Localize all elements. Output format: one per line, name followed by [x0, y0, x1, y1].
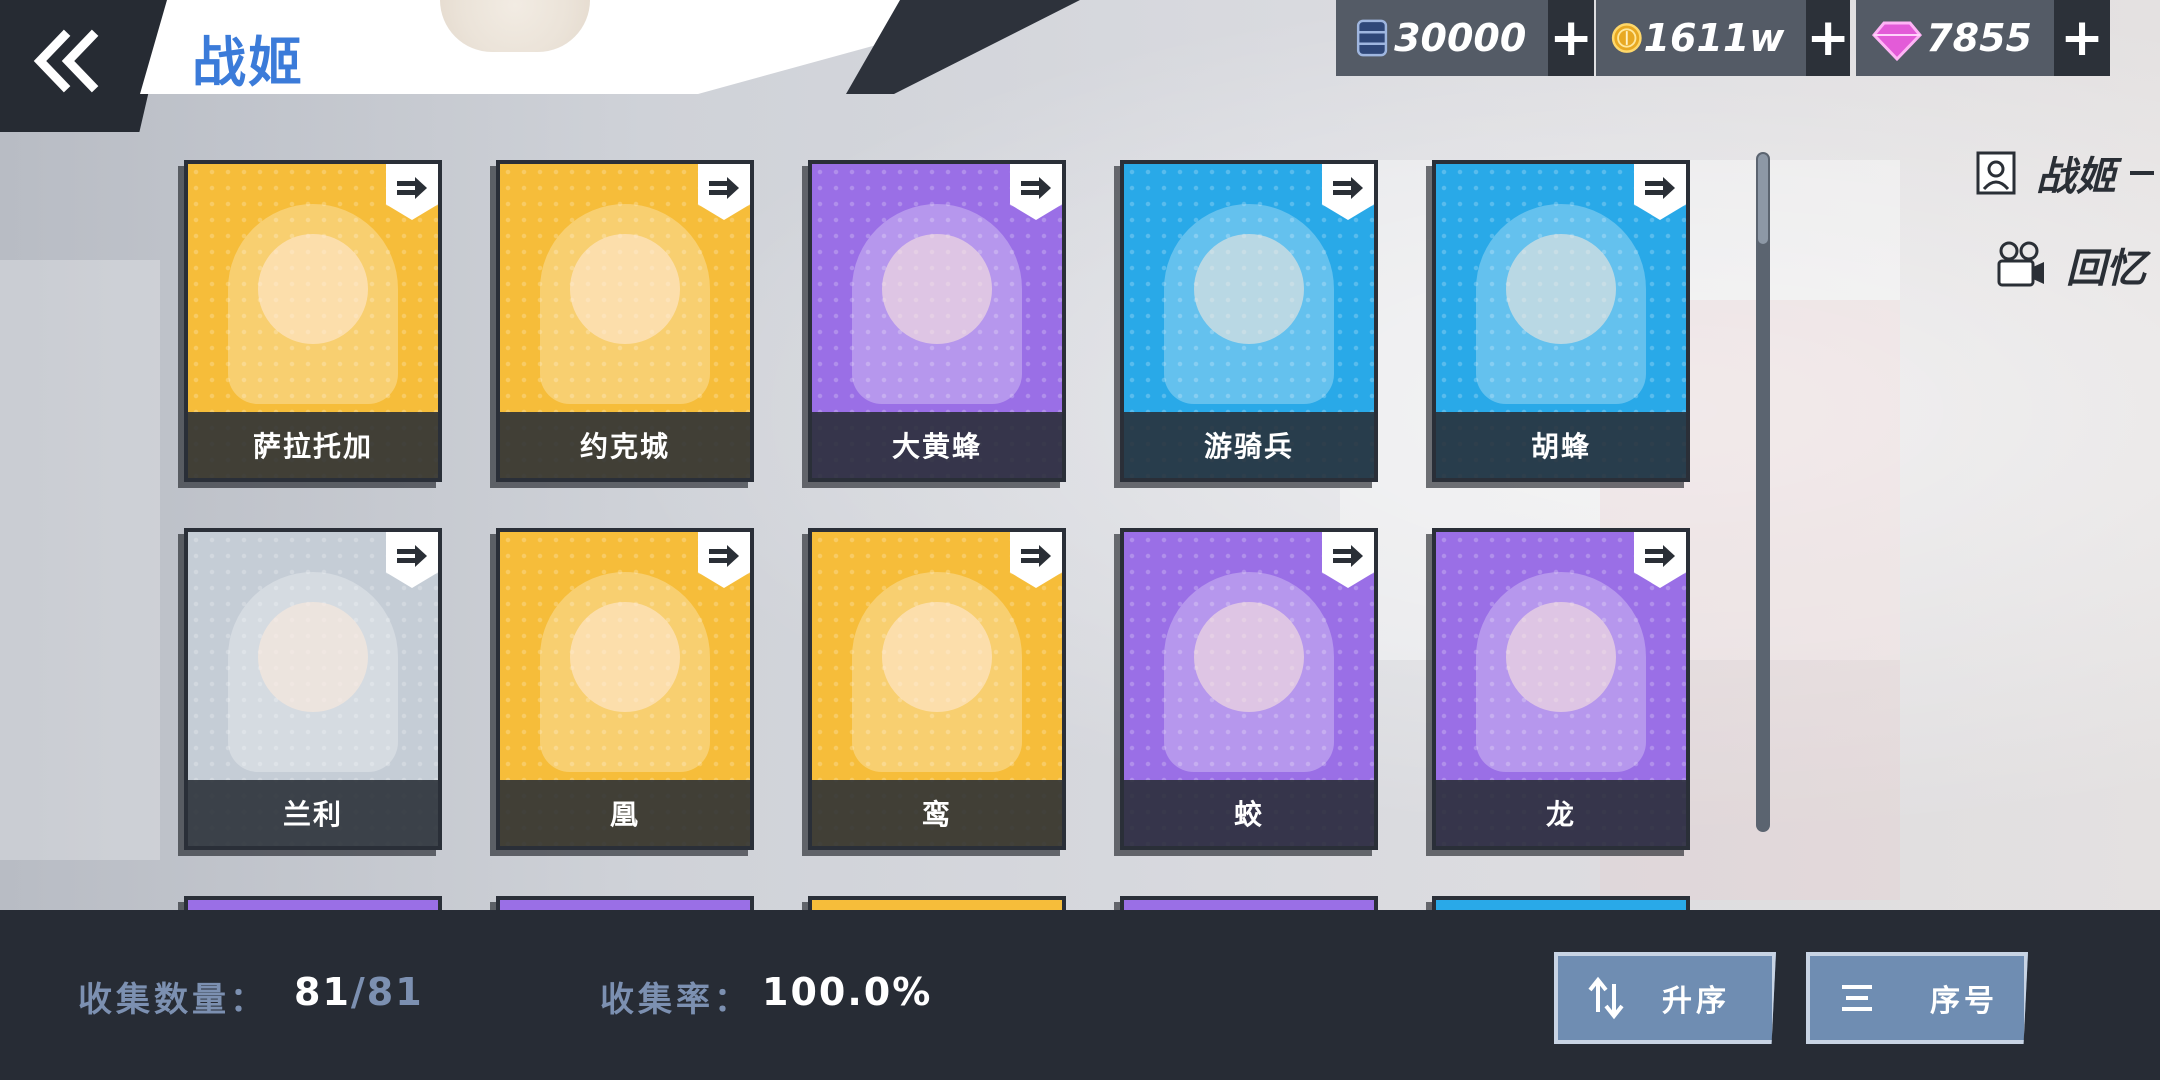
character-name: 萨拉托加 [188, 412, 438, 478]
character-name: 鸾 [812, 780, 1062, 846]
collect-total: /81 [350, 970, 424, 1014]
side-tab-memories[interactable]: 回忆 [1996, 236, 2146, 294]
character-card[interactable]: 胡蜂 [1432, 160, 1690, 482]
scrollbar-track[interactable] [1756, 152, 1770, 832]
collect-rate-value: 100.0% [762, 970, 933, 1014]
side-tab-label: 回忆 [2066, 246, 2146, 292]
film-camera-icon [1997, 241, 2044, 287]
character-portrait [1124, 900, 1374, 910]
side-tab-label: 战姬 [2036, 154, 2116, 200]
portrait-frame-icon [1976, 151, 2016, 195]
sort-order-button[interactable]: 升序 [1554, 952, 1776, 1044]
character-card-partial[interactable] [1432, 896, 1690, 910]
double-chevron-left-icon[interactable] [32, 26, 102, 96]
page-title: 战姬 [192, 31, 304, 94]
pink-gem-icon [1871, 21, 1923, 62]
character-portrait [500, 900, 750, 910]
character-name: 凰 [500, 780, 750, 846]
gem-value: 7855 [1926, 16, 2032, 60]
currency-gem: 7855 + [1856, 0, 2110, 76]
scrollbar-thumb[interactable] [1758, 154, 1768, 244]
sort-by-index-label: 序号 [1930, 984, 1998, 1019]
gold-anchor-coin-icon [1611, 23, 1642, 53]
fuel-barrel-icon [1356, 19, 1388, 57]
sort-arrows-icon [1588, 976, 1624, 1020]
collect-count-label: 收集数量： [78, 980, 268, 1020]
character-card[interactable]: 萨拉托加 [184, 160, 442, 482]
character-card[interactable]: 大黄蜂 [808, 160, 1066, 482]
character-card[interactable]: 凰 [496, 528, 754, 850]
character-name: 龙 [1436, 780, 1686, 846]
character-card[interactable]: 约克城 [496, 160, 754, 482]
side-tab-warmaidens[interactable]: 战姬 [1976, 144, 2154, 202]
character-card[interactable]: 兰利 [184, 528, 442, 850]
list-lines-icon [1842, 985, 1872, 1011]
sort-by-index-button[interactable]: 序号 [1806, 952, 2028, 1044]
collect-count-value: 81/81 [294, 970, 424, 1014]
character-name: 蛟 [1124, 780, 1374, 846]
character-card-partial[interactable] [1120, 896, 1378, 910]
character-name: 约克城 [500, 412, 750, 478]
collect-rate-label: 收集率： [600, 980, 752, 1020]
character-card-partial[interactable] [184, 896, 442, 910]
character-portrait [188, 900, 438, 910]
collect-count: 81 [294, 970, 351, 1014]
add-gold-button[interactable]: + [1806, 0, 1850, 76]
character-name: 大黄蜂 [812, 412, 1062, 478]
character-card[interactable]: 龙 [1432, 528, 1690, 850]
character-name: 兰利 [188, 780, 438, 846]
character-card[interactable]: 鸾 [808, 528, 1066, 850]
currency-fuel: 30000 + [1336, 0, 1594, 76]
character-card-partial[interactable] [808, 896, 1066, 910]
character-name: 游骑兵 [1124, 412, 1374, 478]
character-portrait [812, 900, 1062, 910]
sort-order-label: 升序 [1662, 984, 1730, 1019]
character-card[interactable]: 蛟 [1120, 528, 1378, 850]
character-portrait [1436, 900, 1686, 910]
character-card[interactable]: 游骑兵 [1120, 160, 1378, 482]
character-name: 胡蜂 [1436, 412, 1686, 478]
active-indicator [2130, 171, 2154, 175]
add-gem-button[interactable]: + [2054, 0, 2110, 76]
fuel-value: 30000 [1394, 16, 1527, 60]
add-fuel-button[interactable]: + [1548, 0, 1594, 76]
gold-value: 1611w [1643, 16, 1785, 60]
character-card-partial[interactable] [496, 896, 754, 910]
currency-gold: 1611w + [1596, 0, 1850, 76]
